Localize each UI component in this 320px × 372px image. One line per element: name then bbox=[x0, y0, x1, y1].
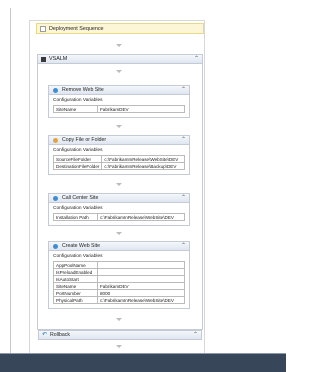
activity-create-web-site[interactable]: Create Web Site ⌃ Configuration Variable… bbox=[48, 241, 190, 309]
table-row: SiteName FabrikamDEV bbox=[53, 105, 185, 113]
variable-value[interactable]: c:\FabrikamInRelease\WebSite\DEV bbox=[101, 155, 185, 163]
config-variables-table: AppPoolName IsPreloadEnabled IsAutoStart… bbox=[53, 261, 185, 304]
config-variables-table: Installation Path c:\FabrikamInRelease\W… bbox=[53, 213, 185, 221]
variable-value[interactable]: FabrikamDEV bbox=[97, 105, 185, 113]
variable-name: PortNumber bbox=[53, 289, 98, 297]
rollback-icon: ↶ bbox=[42, 332, 48, 338]
table-row: Installation Path c:\FabrikamInRelease\W… bbox=[53, 213, 185, 221]
variable-value[interactable]: c:\FabrikamInRelease\Backup\DEV bbox=[101, 162, 185, 170]
variable-value[interactable]: c:\FabrikamInRelease\WebSite\DEV bbox=[97, 213, 185, 221]
config-variables-label: Configuration Variables bbox=[53, 254, 103, 259]
config-variables-table: SourceFileFolder c:\FabrikamInRelease\We… bbox=[52, 155, 185, 170]
collapse-activity-icon[interactable]: ⌃ bbox=[181, 195, 186, 201]
variable-value[interactable]: c:\FabrikamInRelease\WebSite\DEV bbox=[97, 296, 185, 304]
table-row: PhysicalPath c:\FabrikamInRelease\WebSit… bbox=[53, 296, 185, 304]
drop-target-chevron-icon[interactable] bbox=[116, 318, 122, 321]
taskbar bbox=[0, 354, 286, 372]
activity-icon bbox=[53, 137, 58, 143]
server-icon bbox=[41, 56, 46, 62]
collapse-vsalm-icon[interactable]: ⌃ bbox=[194, 56, 199, 62]
activity-icon bbox=[53, 87, 58, 93]
variable-name: SiteName bbox=[53, 282, 98, 290]
variable-name: DestinationFileFolder bbox=[52, 162, 103, 170]
rollback-header[interactable]: ↶ Rollback ⌃ bbox=[38, 330, 202, 340]
variable-name: AppPoolName bbox=[53, 261, 98, 269]
drop-target-chevron-icon[interactable] bbox=[116, 232, 122, 235]
activity-header[interactable]: Copy File or Folder ⌃ bbox=[49, 136, 189, 145]
table-row: SourceFileFolder c:\FabrikamInRelease\We… bbox=[52, 155, 185, 163]
deployment-sequence-title: Deployment Sequence bbox=[49, 25, 104, 32]
vsalm-header[interactable]: VSALM ⌃ bbox=[38, 55, 202, 64]
variable-name: SourceFileFolder bbox=[52, 155, 103, 163]
table-row: DestinationFileFolder c:\FabrikamInRelea… bbox=[52, 162, 185, 170]
activity-icon bbox=[53, 195, 58, 201]
config-variables-label: Configuration Variables bbox=[53, 98, 103, 103]
activity-title: Remove Web Site bbox=[62, 87, 104, 93]
activity-title: Call Center Site bbox=[62, 195, 99, 201]
canvas-left-border bbox=[10, 8, 11, 354]
collapse-activity-icon[interactable]: ⌃ bbox=[181, 137, 186, 143]
table-row: SiteName FabrikamDEV bbox=[53, 282, 185, 290]
deployment-sequence-header[interactable]: Deployment Sequence bbox=[36, 23, 204, 34]
variable-name: IsAutoStart bbox=[53, 275, 98, 283]
drop-target-chevron-icon[interactable] bbox=[116, 125, 122, 128]
config-variables-label: Configuration Variables bbox=[53, 206, 103, 211]
table-row: AppPoolName bbox=[53, 261, 185, 269]
activity-header[interactable]: Create Web Site ⌃ bbox=[49, 242, 189, 251]
variable-value[interactable] bbox=[97, 268, 185, 276]
vsalm-title: VSALM bbox=[49, 56, 68, 62]
collapse-activity-icon[interactable]: ⌃ bbox=[181, 87, 186, 93]
variable-name: Installation Path bbox=[53, 213, 98, 221]
config-variables-table: SiteName FabrikamDEV bbox=[53, 105, 185, 113]
variable-value[interactable]: FabrikamDEV bbox=[97, 282, 185, 290]
rollback-title: Rollback bbox=[50, 332, 70, 338]
table-row: IsPreloadEnabled bbox=[53, 268, 185, 276]
table-row: IsAutoStart bbox=[53, 275, 185, 283]
config-variables-label: Configuration Variables bbox=[53, 148, 103, 153]
drop-target-chevron-icon[interactable] bbox=[116, 183, 122, 186]
activity-call-center-site[interactable]: Call Center Site ⌃ Configuration Variabl… bbox=[48, 193, 190, 226]
table-row: PortNumber 8000 bbox=[53, 289, 185, 297]
activity-title: Copy File or Folder bbox=[62, 137, 107, 143]
drop-target-chevron-icon[interactable] bbox=[116, 70, 122, 73]
drop-target-chevron-icon[interactable] bbox=[116, 44, 122, 47]
activity-header[interactable]: Remove Web Site ⌃ bbox=[49, 86, 189, 95]
variable-name: SiteName bbox=[53, 105, 98, 113]
activity-header[interactable]: Call Center Site ⌃ bbox=[49, 194, 189, 203]
variable-name: IsPreloadEnabled bbox=[53, 268, 98, 276]
collapse-activity-icon[interactable]: ⌃ bbox=[181, 243, 186, 249]
drop-target-chevron-icon[interactable] bbox=[116, 345, 122, 348]
variable-name: PhysicalPath bbox=[53, 296, 98, 304]
activity-title: Create Web Site bbox=[62, 243, 100, 249]
collapse-rollback-icon[interactable]: ⌃ bbox=[193, 332, 198, 338]
activity-remove-web-site[interactable]: Remove Web Site ⌃ Configuration Variable… bbox=[48, 85, 190, 118]
variable-value[interactable] bbox=[97, 261, 185, 269]
activity-icon bbox=[53, 243, 58, 249]
variable-value[interactable] bbox=[97, 275, 185, 283]
activity-copy-file-or-folder[interactable]: Copy File or Folder ⌃ Configuration Vari… bbox=[48, 135, 190, 175]
variable-value[interactable]: 8000 bbox=[97, 289, 185, 297]
sequence-icon bbox=[40, 25, 46, 32]
